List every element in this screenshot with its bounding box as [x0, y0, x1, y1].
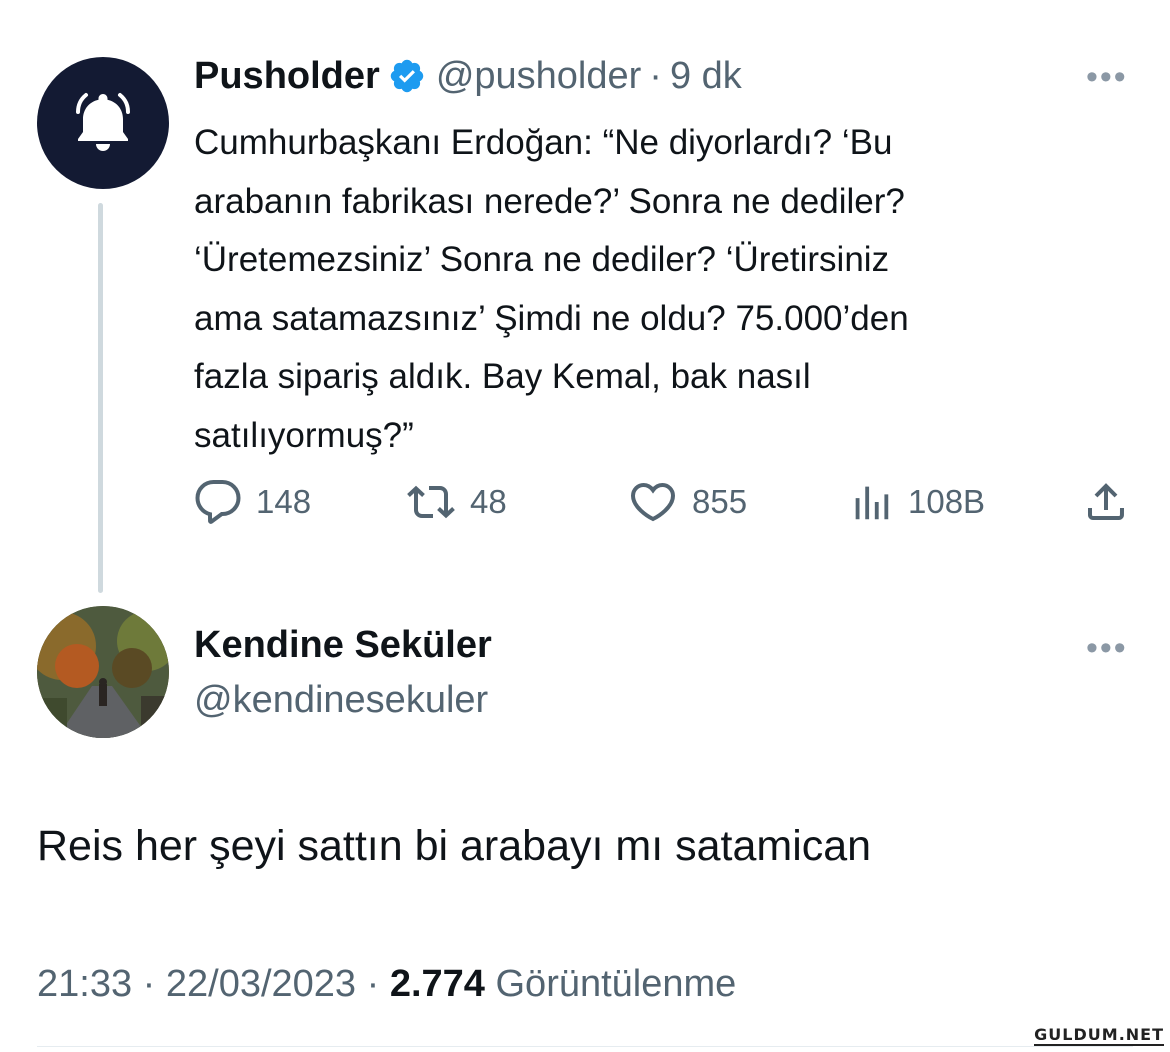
reply-date[interactable]: 22/03/2023: [166, 963, 356, 1005]
tweet-time[interactable]: 9 dk: [670, 54, 742, 98]
views-button[interactable]: 108B: [848, 478, 985, 526]
like-count: 855: [692, 483, 748, 520]
reply-views-count: 2.774: [389, 963, 485, 1005]
reply-icon: [195, 480, 241, 524]
thread-line: [98, 203, 103, 593]
reply-more-icon[interactable]: •••: [1086, 629, 1128, 668]
like-button[interactable]: 855: [628, 478, 747, 526]
retweet-count: 48: [470, 483, 507, 520]
watermark: GULDUM.NET: [1034, 1025, 1164, 1046]
reply-author-handle[interactable]: @kendinesekuler: [194, 678, 488, 722]
views-icon: [855, 486, 889, 520]
share-button[interactable]: [1082, 478, 1144, 526]
tweet-actions: 148 48 855 108B: [194, 478, 1134, 530]
tweet-header: Pusholder @pusholder · 9 dk: [194, 54, 742, 98]
reply-time[interactable]: 21:33: [37, 963, 132, 1005]
divider: [37, 1046, 1133, 1047]
views-count: 108B: [908, 483, 986, 520]
reply-views-label: Görüntülenme: [495, 963, 737, 1005]
reply-author-name[interactable]: Kendine Seküler: [194, 623, 492, 667]
retweet-button[interactable]: 48: [406, 478, 507, 526]
meta-separator: ·: [366, 963, 380, 1005]
share-icon: [1088, 483, 1124, 520]
verified-badge-icon: [388, 57, 426, 95]
author-handle[interactable]: @pusholder: [436, 54, 641, 98]
avatar-photo: [37, 606, 169, 738]
separator: ·: [649, 55, 662, 97]
author-name[interactable]: Pusholder: [194, 54, 380, 98]
reply-text: Reis her şeyi sattın bi arabayı mı satam…: [37, 822, 872, 870]
more-icon[interactable]: •••: [1086, 58, 1128, 97]
reply-count: 148: [256, 483, 312, 520]
like-icon: [630, 482, 676, 522]
tweet-text: Cumhurbaşkanı Erdoğan: “Ne diyorlardı? ‘…: [194, 123, 909, 455]
retweet-icon: [407, 485, 455, 519]
kendinesekuler-avatar[interactable]: [37, 606, 169, 738]
bell-icon: [68, 86, 138, 161]
meta-separator: ·: [142, 963, 156, 1005]
reply-button[interactable]: 148: [194, 478, 311, 526]
reply-meta: 21:33 · 22/03/2023 · 2.774 Görüntülenme: [37, 958, 736, 1010]
pusholder-avatar[interactable]: [37, 57, 169, 189]
